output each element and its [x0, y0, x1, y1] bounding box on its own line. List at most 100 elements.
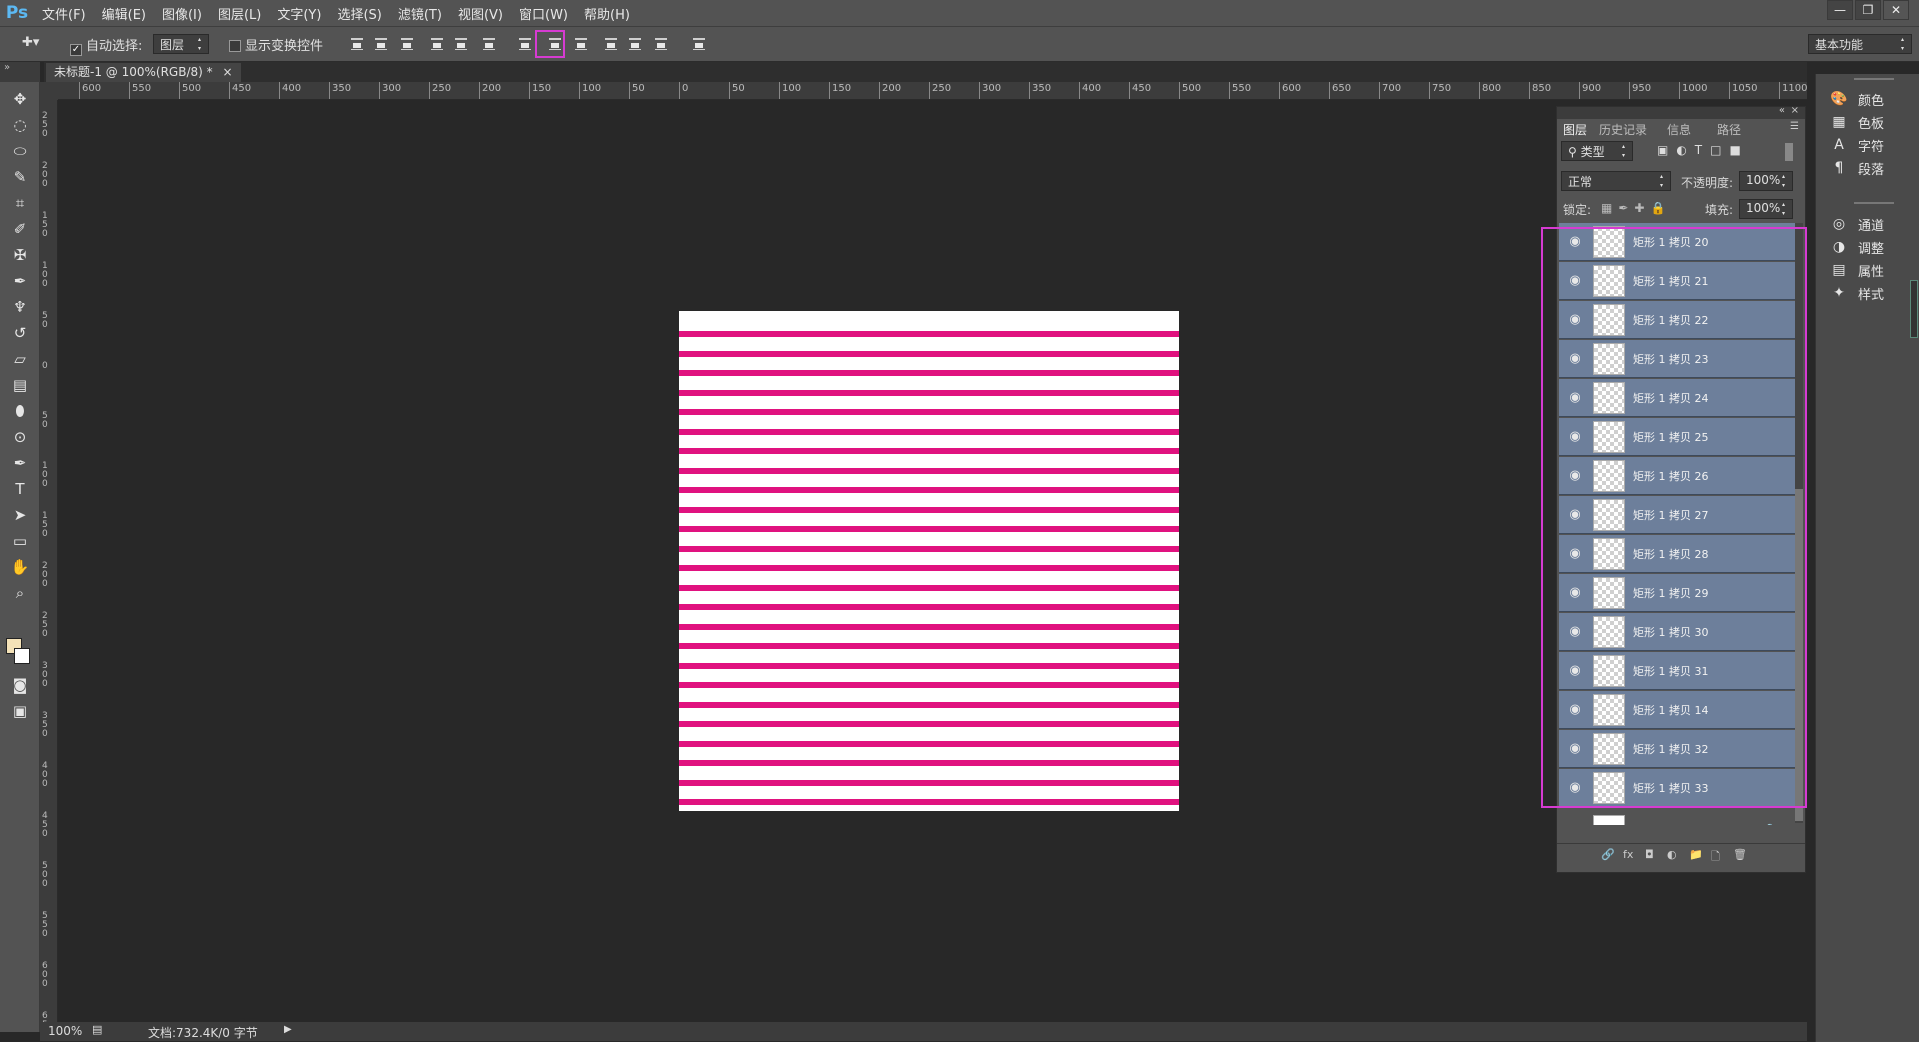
align-icon[interactable]	[428, 35, 446, 53]
dock-side-tab[interactable]	[1910, 280, 1918, 338]
auto-select-checkbox[interactable]: ✓ 自动选择:	[70, 35, 142, 56]
panel-tab[interactable]: 信息	[1667, 121, 1691, 138]
pen-tool-icon[interactable]: ✒	[6, 452, 34, 474]
dock-item[interactable]: ✦ 样式	[1828, 282, 1884, 304]
menu-item[interactable]: 图层(L)	[210, 4, 269, 23]
eyedropper-tool-icon[interactable]: ✐	[6, 218, 34, 240]
panel-tab[interactable]: 历史记录	[1599, 121, 1647, 138]
auto-select-dropdown[interactable]: 图层	[153, 34, 209, 54]
lock-icons[interactable]: ▦✒✚🔒	[1601, 201, 1671, 215]
lasso-tool-icon[interactable]: ⬭	[6, 140, 34, 162]
brush-tool-icon[interactable]: ✒	[6, 270, 34, 292]
eraser-tool-icon[interactable]: ▱	[6, 348, 34, 370]
align-icon[interactable]	[516, 35, 534, 53]
screen-mode-icon[interactable]: ▣	[6, 700, 34, 722]
align-icon[interactable]	[602, 35, 620, 53]
ruler-label: 350	[332, 83, 352, 94]
path-select-tool-icon[interactable]: ➤	[6, 504, 34, 526]
move-tool-preset-icon[interactable]: ✚▾	[22, 35, 39, 50]
filter-icons[interactable]: ▣◐T□■	[1657, 143, 1749, 157]
layer-row[interactable]: ◉ 背景 🔒	[1559, 812, 1795, 825]
healing-brush-tool-icon[interactable]: ✠	[6, 244, 34, 266]
menu-item[interactable]: 文字(Y)	[269, 4, 329, 23]
zoom-level[interactable]: 100%	[48, 1024, 82, 1038]
ruler-label: 400	[42, 761, 48, 789]
blur-tool-icon[interactable]: ⬮	[6, 400, 34, 422]
menu-item[interactable]: 编辑(E)	[94, 4, 154, 23]
panel-menu-icon[interactable]: ☰	[1790, 121, 1799, 132]
ruler-tick	[1229, 82, 1230, 99]
menu-item[interactable]: 选择(S)	[329, 4, 389, 23]
menu-item[interactable]: 视图(V)	[450, 4, 511, 23]
horizontal-ruler[interactable]: 600 550 500 450 400 350 300 250 200 150 100 50 0 50 10…	[58, 82, 1807, 100]
fill-input[interactable]: 100%	[1739, 199, 1793, 219]
layer-name: 背景	[1633, 823, 1655, 825]
trash-icon[interactable]: 🗑	[1733, 848, 1747, 861]
pink-stripe	[679, 779, 1179, 786]
dock-item[interactable]: A 字符	[1828, 134, 1884, 156]
dock-item[interactable]: ◎ 通道	[1828, 213, 1884, 235]
collapse-panel-icon[interactable]: «	[1779, 105, 1785, 116]
vertical-ruler[interactable]: 250 200 150 100 50 0 50 100 150 200 250 300 350 400 45…	[40, 100, 58, 1032]
align-icon[interactable]	[398, 35, 416, 53]
layer-filter-dropdown[interactable]: ⚲ 类型	[1561, 141, 1633, 161]
dock-item[interactable]: ▤ 属性	[1828, 259, 1884, 281]
menu-item[interactable]: 图像(I)	[154, 4, 210, 23]
dock-item[interactable]: ¶ 段落	[1828, 157, 1884, 179]
menu-item[interactable]: 帮助(H)	[576, 4, 638, 23]
panel-tab[interactable]: 路径	[1717, 121, 1741, 138]
document-canvas[interactable]	[679, 311, 1179, 811]
adjustment-icon[interactable]: ◐	[1667, 848, 1677, 861]
align-icon[interactable]	[626, 35, 644, 53]
align-icon[interactable]	[480, 35, 498, 53]
quick-mask-icon[interactable]: ◙	[6, 674, 34, 696]
eye-visibility-icon[interactable]: ◉	[1565, 821, 1585, 825]
close-panel-icon[interactable]: ×	[1791, 105, 1799, 116]
move-tool-icon[interactable]: ✥	[6, 88, 34, 110]
fx-icon[interactable]: fx	[1623, 848, 1633, 861]
align-icon[interactable]	[572, 35, 590, 53]
marquee-tool-icon[interactable]: ◌	[6, 114, 34, 136]
dock-item[interactable]: ▦ 色板	[1828, 111, 1884, 133]
close-icon[interactable]: ✕	[1883, 0, 1909, 20]
document-tab[interactable]: 未标题-1 @ 100%(RGB/8) * ×	[46, 63, 241, 82]
zoom-tool-icon[interactable]: ⌕	[6, 582, 34, 604]
dock-item[interactable]: ◑ 调整	[1828, 236, 1884, 258]
mask-icon[interactable]: ◘	[1645, 848, 1654, 861]
workspace-dropdown[interactable]: 基本功能	[1808, 34, 1912, 54]
filter-toggle[interactable]	[1785, 143, 1793, 161]
align-icon[interactable]	[652, 35, 670, 53]
rectangle-tool-icon[interactable]: ▭	[6, 530, 34, 552]
clone-stamp-tool-icon[interactable]: ♆	[6, 296, 34, 318]
background-color-swatch[interactable]	[14, 648, 30, 664]
dock-item[interactable]: 🎨 颜色	[1828, 88, 1884, 110]
link-icon[interactable]: 🔗	[1601, 848, 1615, 861]
menu-item[interactable]: 窗口(W)	[511, 4, 576, 23]
align-icon[interactable]	[452, 35, 470, 53]
history-brush-tool-icon[interactable]: ↺	[6, 322, 34, 344]
menu-item[interactable]: 滤镜(T)	[390, 4, 450, 23]
pink-stripe	[679, 584, 1179, 591]
hand-tool-icon[interactable]: ✋	[6, 556, 34, 578]
align-icon[interactable]	[372, 35, 390, 53]
new-layer-icon[interactable]: 🗋	[1711, 848, 1720, 867]
panel-tab[interactable]: 图层	[1563, 121, 1587, 138]
minimize-icon[interactable]: —	[1827, 0, 1853, 20]
align-icon[interactable]	[690, 35, 708, 53]
crop-tool-icon[interactable]: ⌗	[6, 192, 34, 214]
menu-item[interactable]: 文件(F)	[34, 4, 94, 23]
dodge-tool-icon[interactable]: ⊙	[6, 426, 34, 448]
blend-mode-dropdown[interactable]: 正常	[1561, 171, 1671, 191]
align-icon[interactable]	[348, 35, 366, 53]
gradient-tool-icon[interactable]: ▤	[6, 374, 34, 396]
status-menu-arrow-icon[interactable]: ▶	[284, 1024, 292, 1035]
quick-select-tool-icon[interactable]: ✎	[6, 166, 34, 188]
close-tab-icon[interactable]: ×	[222, 65, 232, 79]
toolbar-collapse-icon[interactable]: »	[0, 62, 40, 82]
ruler-label: 500	[42, 861, 48, 889]
type-tool-icon[interactable]: T	[6, 478, 34, 500]
opacity-input[interactable]: 100%	[1739, 171, 1793, 191]
group-folder-icon[interactable]: 📁	[1689, 848, 1703, 861]
restore-icon[interactable]: ❐	[1855, 0, 1881, 20]
show-transform-checkbox[interactable]: 显示变换控件	[229, 35, 323, 54]
